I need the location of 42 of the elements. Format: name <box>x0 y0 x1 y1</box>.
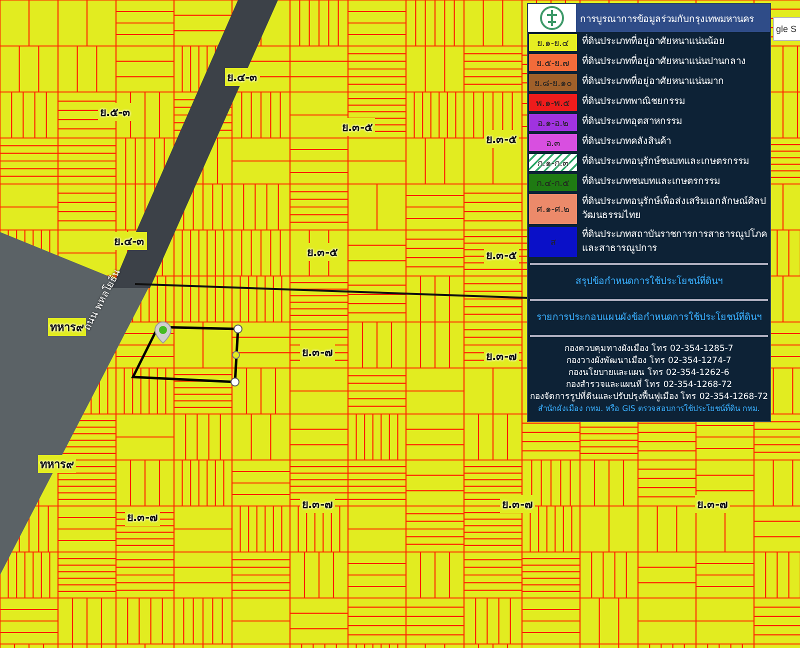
contact-text: กองวางผังพัฒนาเมือง โทร 02-354-1274-7 <box>566 355 732 367</box>
map-pin-icon <box>154 322 172 344</box>
legend-swatch: ย.๑-ย.๔ <box>528 33 578 52</box>
legend-description: ที่ดินประเภทชนบทและเกษตรกรรม <box>582 173 721 189</box>
zone-label: ย.๓-๕ <box>305 243 340 261</box>
zone-label: ย.๓-๗ <box>300 343 335 361</box>
zone-label: ย.๓-๗ <box>500 495 535 513</box>
logo-icon <box>528 4 576 32</box>
legend-description: ที่ดินประเภทที่อยู่อาศัยหนาแน่นปานกลาง <box>582 53 747 69</box>
contact-text: กองนโยบายและแผน โทร 02-354-1262-6 <box>568 367 730 378</box>
legend-description: ที่ดินประเภทที่อยู่อาศัยหนาแน่นมาก <box>582 73 725 89</box>
street-view-button[interactable]: gle S <box>773 17 800 41</box>
legend-description: ที่ดินประเภทคลังสินค้า <box>582 133 672 149</box>
zone-label: ย.๓-๕ <box>484 130 519 148</box>
legend-title: การบูรณาการข้อมูลร่วมกับกรุงเทพมหานคร <box>580 12 754 26</box>
legend-swatch: อ.๑-อ.๒ <box>528 113 578 132</box>
legend-swatch: อ.๓ <box>528 133 578 152</box>
legend-link[interactable]: สรุปข้อกำหนดการใช้ประโยชน์ที่ดินฯ <box>530 263 768 294</box>
legend-swatch: ย.๘-ย.๑๐ <box>528 73 578 92</box>
legend-swatch: ย.๕-ย.๗ <box>528 53 578 72</box>
legend-description: ที่ดินประเภทอุตสาหกรรม <box>582 113 683 129</box>
legend-swatch: ส <box>528 226 578 258</box>
legend-description: ที่ดินประเภทสถาบันราชการการสาธารณูปโภคและสาธารณูปการ <box>582 226 768 256</box>
legend-description: ที่ดินประเภทพาณิชยกรรม <box>582 93 686 109</box>
legend-description: ที่ดินประเภทอนุรักษ์เพื่อส่งเสริมเอกลักษณ์ศิลปวัฒนธรรมไทย <box>582 193 767 223</box>
legend-link[interactable]: รายการประกอบแผนผังข้อกำหนดการใช้ประโยชน์ที่ดินฯ <box>530 299 768 330</box>
legend-description: ที่ดินประเภทที่อยู่อาศัยหนาแน่นน้อย <box>582 33 726 49</box>
zone-label: ย.๓-๕ <box>484 246 519 264</box>
contact-text: กองจัดการรูปที่ดินและปรับปรุงฟื้นฟูเมือง โทร 02-354-1268-72 <box>530 391 768 403</box>
contact-text: กองสำรวจและแผนที่ โทร 02-354-1268-72 <box>566 379 732 390</box>
zone-label: ย.๕-๓ <box>98 103 133 121</box>
legend-description: ที่ดินประเภทอนุรักษ์ชนบทและเกษตรกรรม <box>582 153 750 169</box>
zone-label: ย.๓-๕ <box>340 118 375 136</box>
zone-label: ย.๓-๗ <box>695 495 730 513</box>
legend-swatch: ก.๔-ก.๕ <box>528 173 578 192</box>
legend-swatch: พ.๑-พ.๕ <box>528 93 578 112</box>
place-label: ทหาร๙ <box>48 318 86 336</box>
place-label: ทหาร๙ <box>38 455 76 473</box>
legend-swatch: ศ.๑-ศ.๒ <box>528 193 578 225</box>
zone-label: ย.๔-๓ <box>225 68 260 86</box>
contact-text: กองควบคุมทางผังเมือง โทร 02-354-1285-7 <box>564 343 734 355</box>
zone-label: ย.๔-๓ <box>112 232 147 250</box>
